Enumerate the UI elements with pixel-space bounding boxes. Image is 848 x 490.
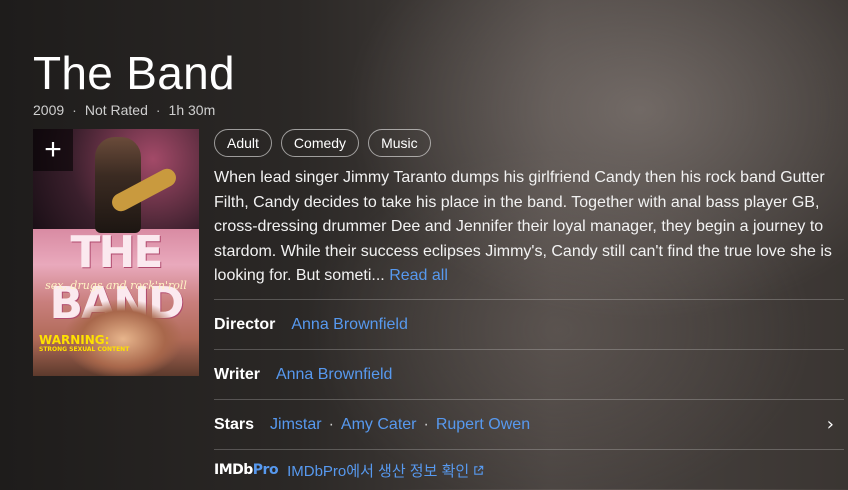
plot-text: When lead singer Jimmy Taranto dumps his… <box>214 169 832 284</box>
star-link[interactable]: Amy Cater <box>341 416 417 434</box>
imdbpro-link-text[interactable]: IMDbPro에서 생산 정보 확인 <box>287 460 469 481</box>
imdbpro-logo-pro: Pro <box>252 462 279 478</box>
genre-chip-adult[interactable]: Adult <box>214 129 272 157</box>
writer-link[interactable]: Anna Brownfield <box>276 366 393 384</box>
content-rating[interactable]: Not Rated <box>85 102 148 118</box>
meta-separator: · <box>155 102 161 118</box>
imdbpro-logo: IMDbPro <box>214 462 279 478</box>
release-year[interactable]: 2009 <box>33 102 64 118</box>
imdbpro-production-info-link[interactable]: IMDbPro에서 생산 정보 확인 <box>287 460 484 481</box>
imdbpro-logo-imdb: IMDb <box>214 462 253 478</box>
poster-warning-sub: STRONG SEXUAL CONTENT <box>39 346 130 353</box>
credit-label-director[interactable]: Director <box>214 316 275 334</box>
star-link[interactable]: Jimstar <box>270 416 322 434</box>
imdbpro-row: IMDbPro IMDbPro에서 생산 정보 확인 <box>214 449 844 490</box>
genre-chips: Adult Comedy Music <box>214 129 431 157</box>
director-link[interactable]: Anna Brownfield <box>291 316 408 334</box>
credit-row-director: Director Anna Brownfield <box>214 299 844 349</box>
credit-row-stars[interactable]: Stars Jimstar · Amy Cater · Rupert Owen … <box>214 399 844 449</box>
title-meta: 2009 · Not Rated · 1h 30m <box>33 102 215 118</box>
star-link[interactable]: Rupert Owen <box>436 416 530 434</box>
genre-chip-music[interactable]: Music <box>368 129 431 157</box>
credit-label-writer[interactable]: Writer <box>214 366 260 384</box>
star-separator: · <box>328 415 334 433</box>
meta-separator: · <box>72 102 77 118</box>
chevron-right-icon[interactable]: › <box>827 414 834 435</box>
page-title: The Band <box>33 47 235 99</box>
poster-tagline: sex, drugs and rock'n'roll <box>45 279 187 292</box>
genre-chip-comedy[interactable]: Comedy <box>280 129 360 157</box>
credit-label-stars[interactable]: Stars <box>214 416 254 434</box>
add-to-watchlist-button[interactable]: + <box>33 129 73 171</box>
credit-row-writer: Writer Anna Brownfield <box>214 349 844 399</box>
poster-warning-title: WARNING: <box>39 333 110 347</box>
runtime: 1h 30m <box>168 102 216 118</box>
external-link-icon <box>474 465 484 475</box>
poster-warning: WARNING: STRONG SEXUAL CONTENT <box>39 333 130 353</box>
plot-summary: When lead singer Jimmy Taranto dumps his… <box>214 166 834 289</box>
read-all-link[interactable]: Read all <box>389 267 448 284</box>
star-separator: · <box>423 415 429 433</box>
